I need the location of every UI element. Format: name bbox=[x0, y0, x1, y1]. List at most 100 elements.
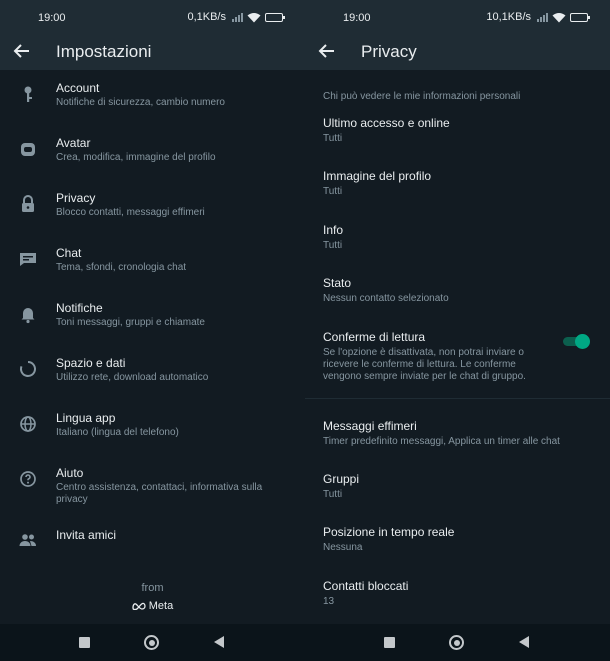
privacy-item-disappearing-messages[interactable]: Messaggi effimeri Timer predefinito mess… bbox=[323, 419, 593, 448]
back-arrow-icon[interactable] bbox=[317, 41, 337, 61]
people-icon bbox=[19, 534, 36, 546]
settings-item-label: Privacy bbox=[56, 191, 96, 205]
settings-list: Account Notifiche di sicurezza, cambio n… bbox=[0, 70, 305, 577]
settings-item-sub: Centro assistenza, contattaci, informati… bbox=[56, 482, 263, 505]
battery-icon bbox=[570, 12, 590, 22]
back-arrow-icon[interactable] bbox=[12, 41, 32, 61]
privacy-item-info[interactable]: Info Tutti bbox=[323, 223, 593, 252]
privacy-screen: 19:00 10,1KB/s Privacy Chi può vedere le… bbox=[305, 0, 610, 661]
from-label: from bbox=[141, 582, 164, 594]
privacy-item-sub: 13 bbox=[323, 596, 335, 607]
settings-item-notifications[interactable]: Notifiche Toni messaggi, gruppi e chiama… bbox=[0, 290, 305, 345]
back-button[interactable] bbox=[519, 636, 529, 648]
meta-logo: Meta bbox=[132, 600, 173, 612]
settings-item-sub: Notifiche di sicurezza, cambio numero bbox=[56, 97, 225, 108]
back-button[interactable] bbox=[214, 636, 224, 648]
privacy-item-label: Immagine del profilo bbox=[323, 169, 432, 183]
privacy-item-status[interactable]: Stato Nessun contatto selezionato bbox=[323, 276, 593, 305]
settings-item-label: Avatar bbox=[56, 136, 91, 150]
privacy-item-label: Ultimo accesso e online bbox=[323, 116, 450, 130]
wifi-icon bbox=[247, 12, 261, 22]
settings-item-help[interactable]: Aiuto Centro assistenza, contattaci, inf… bbox=[0, 455, 305, 522]
section-header: Chi può vedere le mie informazioni perso… bbox=[323, 91, 521, 102]
privacy-item-sub: Tutti bbox=[323, 240, 343, 251]
signal-icon bbox=[232, 12, 243, 22]
privacy-item-sub: Tutti bbox=[323, 133, 343, 144]
meta-icon bbox=[132, 602, 146, 610]
toggle-knob bbox=[575, 334, 590, 349]
settings-item-avatar[interactable]: Avatar Crea, modifica, immagine del prof… bbox=[0, 125, 305, 180]
storage-icon bbox=[20, 361, 36, 377]
page-title: Privacy bbox=[361, 42, 417, 61]
privacy-item-groups[interactable]: Gruppi Tutti bbox=[323, 472, 593, 501]
privacy-item-sub: Nessuna bbox=[323, 542, 363, 553]
chat-icon bbox=[20, 253, 36, 266]
settings-item-sub: Blocco contatti, messaggi effimeri bbox=[56, 207, 205, 218]
key-icon bbox=[24, 86, 32, 102]
settings-item-label: Spazio e dati bbox=[56, 356, 126, 370]
from-meta-block: from Meta bbox=[0, 582, 305, 615]
settings-item-account[interactable]: Account Notifiche di sicurezza, cambio n… bbox=[0, 70, 305, 125]
app-bar: Impostazioni bbox=[0, 34, 305, 70]
status-time: 19:00 bbox=[343, 12, 371, 24]
app-bar: Privacy bbox=[305, 34, 610, 70]
page-title: Impostazioni bbox=[56, 42, 152, 61]
privacy-item-sub: Se l'opzione è disattivata, non potrai i… bbox=[323, 347, 526, 382]
settings-screen: 19:00 0,1KB/s Impostazioni Account Notif… bbox=[0, 0, 305, 661]
privacy-item-read-receipts[interactable]: Conferme di lettura Se l'opzione è disat… bbox=[323, 330, 551, 383]
avatar-icon bbox=[21, 143, 35, 156]
settings-item-sub: Toni messaggi, gruppi e chiamate bbox=[56, 317, 205, 328]
settings-item-chat[interactable]: Chat Tema, sfondi, cronologia chat bbox=[0, 235, 305, 290]
battery-icon bbox=[265, 12, 285, 22]
settings-item-sub: Tema, sfondi, cronologia chat bbox=[56, 262, 187, 273]
settings-item-privacy[interactable]: Privacy Blocco contatti, messaggi effime… bbox=[0, 180, 305, 235]
settings-item-label: Notifiche bbox=[56, 301, 103, 315]
network-speed: 10,1KB/s bbox=[486, 11, 531, 23]
privacy-item-sub: Timer predefinito messaggi, Applica un t… bbox=[323, 436, 560, 447]
read-receipts-toggle[interactable] bbox=[563, 334, 590, 349]
recent-apps-button[interactable] bbox=[384, 637, 395, 648]
meta-label: Meta bbox=[148, 600, 174, 612]
bell-icon bbox=[21, 308, 35, 324]
recent-apps-button[interactable] bbox=[79, 637, 90, 648]
divider bbox=[305, 398, 610, 399]
privacy-item-label: Messaggi effimeri bbox=[323, 419, 417, 433]
status-bar: 19:00 0,1KB/s bbox=[0, 0, 305, 34]
system-nav-bar bbox=[0, 624, 305, 661]
privacy-item-label: Info bbox=[323, 223, 344, 237]
privacy-item-label: Stato bbox=[323, 276, 352, 290]
settings-item-label: Invita amici bbox=[56, 528, 117, 542]
home-button[interactable] bbox=[449, 635, 464, 650]
privacy-item-profile-photo[interactable]: Immagine del profilo Tutti bbox=[323, 169, 593, 198]
home-button[interactable] bbox=[144, 635, 159, 650]
privacy-item-label: Gruppi bbox=[323, 472, 360, 486]
privacy-item-label: Conferme di lettura bbox=[323, 330, 426, 344]
privacy-item-label: Contatti bloccati bbox=[323, 579, 409, 593]
globe-icon bbox=[20, 416, 36, 432]
settings-item-label: Aiuto bbox=[56, 466, 84, 480]
system-nav-bar bbox=[305, 624, 610, 661]
status-time: 19:00 bbox=[38, 12, 66, 24]
privacy-item-sub: Tutti bbox=[323, 186, 343, 197]
privacy-item-last-seen[interactable]: Ultimo accesso e online Tutti bbox=[323, 116, 593, 145]
network-speed: 0,1KB/s bbox=[187, 11, 226, 23]
privacy-item-label: Posizione in tempo reale bbox=[323, 525, 455, 539]
settings-item-sub: Italiano (lingua del telefono) bbox=[56, 427, 179, 438]
status-bar: 19:00 10,1KB/s bbox=[305, 0, 610, 34]
settings-item-label: Lingua app bbox=[56, 411, 116, 425]
settings-item-label: Chat bbox=[56, 246, 82, 260]
privacy-item-blocked-contacts[interactable]: Contatti bloccati 13 bbox=[323, 579, 593, 608]
privacy-item-live-location[interactable]: Posizione in tempo reale Nessuna bbox=[323, 525, 593, 554]
privacy-item-sub: Nessun contatto selezionato bbox=[323, 293, 449, 304]
settings-item-storage[interactable]: Spazio e dati Utilizzo rete, download au… bbox=[0, 345, 305, 400]
privacy-item-sub: Tutti bbox=[323, 489, 343, 500]
settings-item-invite[interactable]: Invita amici bbox=[0, 522, 305, 577]
help-icon bbox=[20, 471, 36, 487]
settings-item-language[interactable]: Lingua app Italiano (lingua del telefono… bbox=[0, 400, 305, 455]
lock-icon bbox=[22, 195, 34, 212]
settings-item-sub: Crea, modifica, immagine del profilo bbox=[56, 152, 216, 163]
settings-item-sub: Utilizzo rete, download automatico bbox=[56, 372, 209, 383]
signal-icon bbox=[537, 12, 548, 22]
settings-item-label: Account bbox=[56, 81, 100, 95]
wifi-icon bbox=[552, 12, 566, 22]
